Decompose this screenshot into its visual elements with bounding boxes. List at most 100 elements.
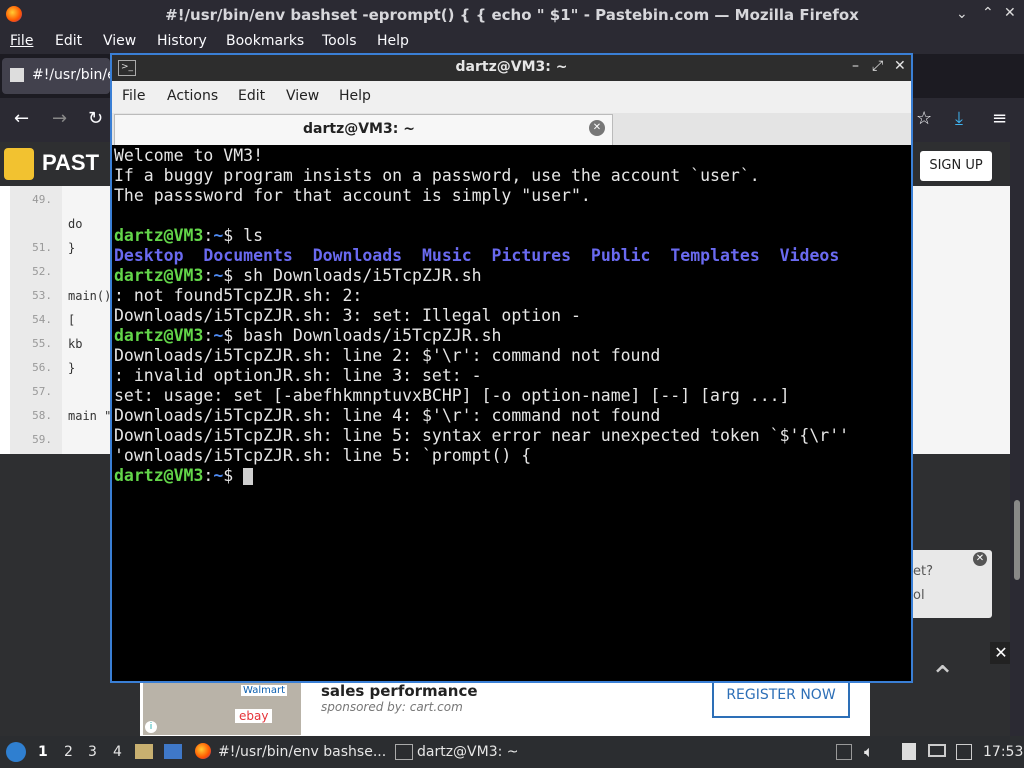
file-manager-icon[interactable] [135, 744, 153, 759]
dir-entry: Videos [779, 246, 840, 265]
line-number: 54. [32, 313, 52, 326]
terminal-tab[interactable]: dartz@VM3: ~ ✕ [114, 114, 613, 145]
hamburger-menu-icon[interactable]: ≡ [992, 108, 1007, 129]
term-menu-file[interactable]: File [122, 88, 145, 104]
menu-help[interactable]: Help [377, 33, 409, 49]
minimize-button[interactable]: ⌄ [956, 6, 968, 22]
browser-tab[interactable]: #!/usr/bin/e [2, 58, 116, 94]
terminal-output-line: 'ownloads/i5TcpZJR.sh: line 5: `prompt()… [114, 446, 532, 465]
screenshot-icon[interactable] [836, 744, 852, 760]
terminal-output-line: Downloads/i5TcpZJR.sh: line 4: $'\r': co… [114, 406, 661, 425]
ad-info-icon[interactable]: i [145, 721, 157, 733]
prompt-user: dartz@VM3 [114, 326, 204, 345]
forward-icon[interactable]: → [52, 108, 67, 129]
terminal-prompt-line: dartz@VM3:~$ ls [114, 226, 263, 246]
terminal-output-line: Welcome to VM3! [114, 146, 264, 165]
terminal-task-label[interactable]: dartz@VM3: ~ [417, 744, 519, 760]
pastebin-logo-icon[interactable] [4, 148, 34, 180]
ad-brand-ebay: ebay [235, 709, 273, 723]
workspace-3[interactable]: 3 [88, 744, 97, 760]
prompt-path: ~ [213, 226, 224, 245]
menu-history[interactable]: History [157, 33, 207, 49]
ad-close-icon[interactable]: ✕ [990, 642, 1012, 664]
signup-button[interactable]: SIGN UP [920, 151, 992, 181]
taskbar: 1 2 3 4 #!/usr/bin/env bashse... dartz@V… [0, 736, 1024, 768]
line-number: 52. [32, 265, 52, 278]
start-menu-icon[interactable] [6, 742, 26, 762]
ls-output-line: Desktop Documents Downloads Music Pictur… [114, 246, 839, 266]
menu-tools[interactable]: Tools [322, 33, 357, 49]
menu-edit[interactable]: Edit [55, 33, 82, 49]
terminal-output-line: Downloads/i5TcpZJR.sh: 3: set: Illegal o… [114, 306, 581, 325]
prompt-path: ~ [213, 466, 224, 485]
show-desktop-icon[interactable] [164, 744, 182, 759]
terminal-output-line: Downloads/i5TcpZJR.sh: line 2: $'\r': co… [114, 346, 661, 365]
page-scrollbar[interactable] [1010, 142, 1024, 736]
menu-view[interactable]: View [103, 33, 136, 49]
terminal-prompt-line: dartz@VM3:~$ sh Downloads/i5TcpZJR.sh [114, 266, 482, 286]
terminal-close-icon[interactable]: ✕ [894, 58, 906, 74]
line-number: 49. [32, 193, 52, 206]
scrollbar-thumb[interactable] [1014, 500, 1020, 580]
prompt-user: dartz@VM3 [114, 266, 204, 285]
workspace-4[interactable]: 4 [113, 744, 122, 760]
download-icon[interactable]: ⤓ [955, 108, 963, 129]
notification-popup: et? ol ✕ [905, 550, 992, 618]
clock: 17:53 [983, 744, 1024, 760]
terminal-output-line: : invalid optionJR.sh: line 3: set: - [114, 366, 482, 385]
volume-icon[interactable]: 🔈︎ [864, 742, 874, 762]
menu-bookmarks[interactable]: Bookmarks [226, 33, 304, 49]
terminal-maximize-icon[interactable]: ⤢ [872, 58, 883, 74]
prompt-dollar: $ [223, 326, 244, 345]
firefox-menubar: File Edit View History Bookmarks Tools H… [0, 30, 1024, 54]
terminal-output-line: Downloads/i5TcpZJR.sh: line 5: syntax er… [114, 426, 850, 445]
close-button[interactable]: ✕ [1004, 5, 1016, 21]
dir-entry: Downloads [312, 246, 403, 265]
bookmark-star-icon[interactable]: ☆ [916, 108, 932, 129]
prompt-path: ~ [213, 266, 224, 285]
dir-entry: Public [590, 246, 651, 265]
code-line: do [68, 217, 83, 231]
term-menu-actions[interactable]: Actions [167, 88, 218, 104]
prompt-user: dartz@VM3 [114, 226, 204, 245]
term-menu-view[interactable]: View [286, 88, 319, 104]
term-menu-help[interactable]: Help [339, 88, 371, 104]
popup-text-1: et? [913, 564, 933, 579]
workspace-2[interactable]: 2 [64, 744, 73, 760]
terminal-titlebar[interactable]: >_ dartz@VM3: ~ – ⤢ ✕ [112, 55, 911, 81]
display-icon[interactable] [928, 744, 946, 757]
prompt-user: dartz@VM3 [114, 466, 204, 485]
pastebin-logo-text[interactable]: PAST [42, 150, 99, 176]
terminal-task-icon[interactable] [395, 744, 413, 760]
clipboard-icon[interactable] [902, 743, 916, 760]
pastebin-favicon [10, 68, 24, 82]
back-icon[interactable]: ← [14, 108, 29, 129]
prompt-dollar: $ [223, 466, 244, 485]
firefox-task-label[interactable]: #!/usr/bin/env bashse... [218, 744, 386, 760]
popup-close-icon[interactable]: ✕ [973, 552, 987, 566]
code-line: [ [68, 313, 76, 327]
maximize-button[interactable]: ⌃ [982, 5, 994, 21]
popup-text-2: ol [913, 588, 925, 603]
prompt-sep: : [203, 226, 214, 245]
workspace-1[interactable]: 1 [38, 744, 48, 760]
command-text: sh Downloads/i5TcpZJR.sh [243, 266, 482, 285]
code-line: kb [68, 337, 83, 351]
terminal-minimize-icon[interactable]: – [852, 58, 859, 74]
menu-file[interactable]: File [10, 33, 33, 49]
terminal-cursor [243, 468, 254, 485]
terminal-tab-close-icon[interactable]: ✕ [589, 120, 605, 136]
code-line: } [68, 361, 76, 375]
terminal-output-line: set: usage: set [-abefhkmnptuvxBCHP] [-o… [114, 386, 790, 405]
terminal-output-line: The passsword for that account is simply… [114, 186, 591, 205]
scroll-to-top-icon[interactable]: ⌃ [930, 660, 955, 695]
network-icon[interactable] [956, 744, 972, 760]
terminal-prompt-line: dartz@VM3:~$ bash Downloads/i5TcpZJR.sh [114, 326, 501, 346]
dir-entry: Desktop [114, 246, 184, 265]
reload-icon[interactable]: ↻ [88, 108, 103, 129]
line-number: 56. [32, 361, 52, 374]
firefox-task-icon[interactable] [195, 743, 211, 759]
terminal-tab-label: dartz@VM3: ~ [303, 121, 415, 137]
line-number: 51. [32, 241, 52, 254]
term-menu-edit[interactable]: Edit [238, 88, 265, 104]
